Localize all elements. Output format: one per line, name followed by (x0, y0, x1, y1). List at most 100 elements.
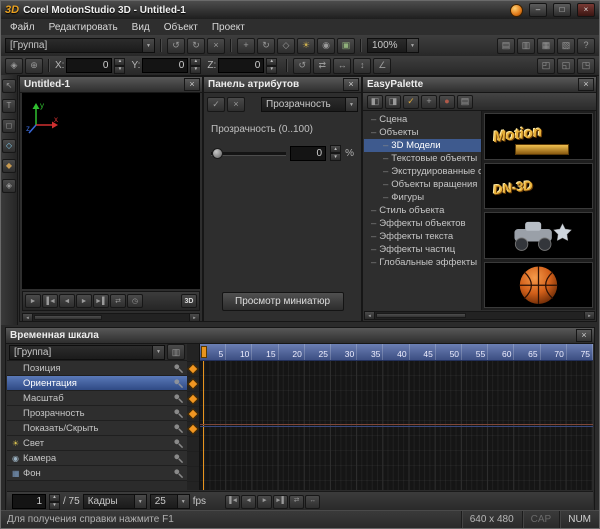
light-icon[interactable]: ☀ (297, 38, 315, 54)
add-entry-icon[interactable]: + (421, 95, 437, 109)
tree-shapes[interactable]: Фигуры (364, 191, 481, 204)
easypalette-hscrollbar[interactable] (364, 311, 595, 320)
pin-icon[interactable] (173, 453, 184, 464)
insert-object-icon[interactable]: ◻ (2, 119, 16, 133)
material-tool-icon[interactable]: ◇ (2, 139, 16, 153)
cancel-icon[interactable]: × (227, 97, 245, 112)
apply-gold-icon[interactable]: ✓ (403, 95, 419, 109)
select-tool-icon[interactable]: ↖ (2, 79, 16, 93)
track-camera[interactable] (187, 452, 199, 467)
text-tool-icon[interactable]: T (2, 99, 16, 113)
track-position[interactable]: Позиция (7, 361, 187, 376)
move-vertical-icon[interactable]: ↕ (353, 58, 371, 74)
timeline-grid[interactable] (200, 361, 593, 490)
menu-view[interactable]: Вид (125, 19, 157, 35)
current-frame-input[interactable]: 1 (12, 494, 46, 509)
transparency-value-input[interactable]: 0 (290, 146, 326, 161)
move-horizontal-icon[interactable]: ↔ (333, 58, 351, 74)
eyedropper-tool-icon[interactable]: ◈ (2, 179, 16, 193)
paint-tool-icon[interactable]: ◆ (2, 159, 16, 173)
pin-icon[interactable] (173, 438, 184, 449)
tree-object-effects[interactable]: Эффекты объектов (364, 217, 481, 230)
tree-text-objects[interactable]: Текстовые объекты (364, 152, 481, 165)
preview-thumbnails-button[interactable]: Просмотр миниатюр (222, 292, 344, 311)
angle-icon[interactable]: ∠ (373, 58, 391, 74)
move-tool-icon[interactable]: + (237, 38, 255, 54)
minimize-button[interactable]: – (529, 3, 547, 17)
tree-text-effects[interactable]: Эффекты текста (364, 230, 481, 243)
track-show-hide[interactable] (187, 422, 199, 437)
pin-icon[interactable] (173, 468, 184, 479)
scale-tool-icon[interactable]: ◇ (277, 38, 295, 54)
coordinate-stepper[interactable] (114, 58, 125, 74)
playhead-marker[interactable] (201, 346, 207, 358)
coordinate-stepper[interactable] (190, 58, 201, 74)
grid-view-icon[interactable]: ◰ (537, 58, 555, 74)
timeline-group-dropdown[interactable]: [Группа] (9, 345, 165, 360)
dock-right-icon[interactable]: ◨ (385, 95, 401, 109)
play-button[interactable]: ► (25, 294, 41, 308)
go-last-frame-icon[interactable]: ►▌ (273, 495, 288, 509)
transparency-slider[interactable] (211, 148, 286, 158)
delete-icon[interactable]: × (207, 38, 225, 54)
render-icon[interactable]: ▣ (337, 38, 355, 54)
pin-icon[interactable] (173, 408, 184, 419)
thumbnail-motion-model[interactable]: Motion (484, 113, 593, 160)
first-frame-button[interactable]: ▐◄ (42, 294, 58, 308)
thumbnail-basketball-model[interactable] (484, 262, 593, 309)
world-axis-icon[interactable]: ⊕ (25, 58, 43, 74)
tree-global-effects[interactable]: Глобальные эффекты (364, 256, 481, 269)
track-background[interactable]: ▦ Фон (7, 466, 187, 481)
time-units-dropdown[interactable]: Кадры (83, 494, 147, 509)
pin-icon[interactable] (173, 363, 184, 374)
track-transparency[interactable]: Прозрачность (7, 406, 187, 421)
pin-icon[interactable] (173, 423, 184, 434)
viewport-canvas[interactable]: y x z (22, 93, 200, 289)
track-orientation[interactable]: Ориентация (7, 376, 187, 391)
tree-lathe-objects[interactable]: Объекты вращения (364, 178, 481, 191)
next-frame-button[interactable]: ► (76, 294, 92, 308)
tree-particle-effects[interactable]: Эффекты частиц (364, 243, 481, 256)
prev-frame-button[interactable]: ◄ (59, 294, 75, 308)
rotate-tool-icon[interactable]: ↻ (257, 38, 275, 54)
tree-3d-models[interactable]: 3D Модели (364, 139, 481, 152)
close-icon[interactable]: × (343, 78, 359, 91)
loop-range-icon[interactable]: ⇄ (289, 495, 304, 509)
close-window-button[interactable]: × (577, 3, 595, 17)
dock-left-icon[interactable]: ◧ (367, 95, 383, 109)
timeline-ruler[interactable]: 51015202530354045505560657075 (200, 344, 593, 361)
track-camera[interactable]: ◉ Камера (7, 451, 187, 466)
fit-range-icon[interactable]: ↔ (305, 495, 320, 509)
track-scale[interactable]: Масштаб (7, 391, 187, 406)
menu-edit[interactable]: Редактировать (42, 19, 125, 35)
undo-icon[interactable]: ↺ (167, 38, 185, 54)
track-light[interactable]: ☀ Свет (7, 436, 187, 451)
pin-icon[interactable] (173, 378, 184, 389)
tree-objects[interactable]: Объекты (364, 126, 481, 139)
track-orientation[interactable] (187, 377, 199, 392)
layout-cascade-icon[interactable]: ▧ (557, 38, 575, 54)
camera-icon[interactable]: ◉ (317, 38, 335, 54)
track-display-icon[interactable]: ▥ (167, 344, 185, 360)
last-frame-button[interactable]: ►▌ (93, 294, 109, 308)
coordinate-input[interactable]: 0 (66, 58, 112, 73)
group-dropdown[interactable]: [Группа] (5, 38, 155, 53)
transparency-stepper[interactable] (330, 145, 341, 161)
coordinate-input[interactable]: 0 (218, 58, 264, 73)
layout-quad-icon[interactable]: ▦ (537, 38, 555, 54)
maximize-button[interactable]: □ (553, 3, 571, 17)
coordinate-stepper[interactable] (266, 58, 277, 74)
track-position[interactable] (187, 362, 199, 377)
snap-icon[interactable]: ◱ (557, 58, 575, 74)
perspective-icon[interactable]: ◳ (577, 58, 595, 74)
loop-playback-button[interactable]: ⇄ (110, 294, 126, 308)
redo-icon[interactable]: ↻ (187, 38, 205, 54)
reset-transform-icon[interactable]: ↺ (293, 58, 311, 74)
pin-icon[interactable] (173, 393, 184, 404)
thumbnail-vehicle-model[interactable] (484, 212, 593, 259)
thumbnail-dn3d-model[interactable]: DN-3D (484, 163, 593, 210)
zoom-dropdown[interactable]: 100% (367, 38, 419, 53)
swap-axes-icon[interactable]: ⇄ (313, 58, 331, 74)
attribute-type-dropdown[interactable]: Прозрачность (261, 97, 358, 112)
layout-split-icon[interactable]: ▥ (517, 38, 535, 54)
